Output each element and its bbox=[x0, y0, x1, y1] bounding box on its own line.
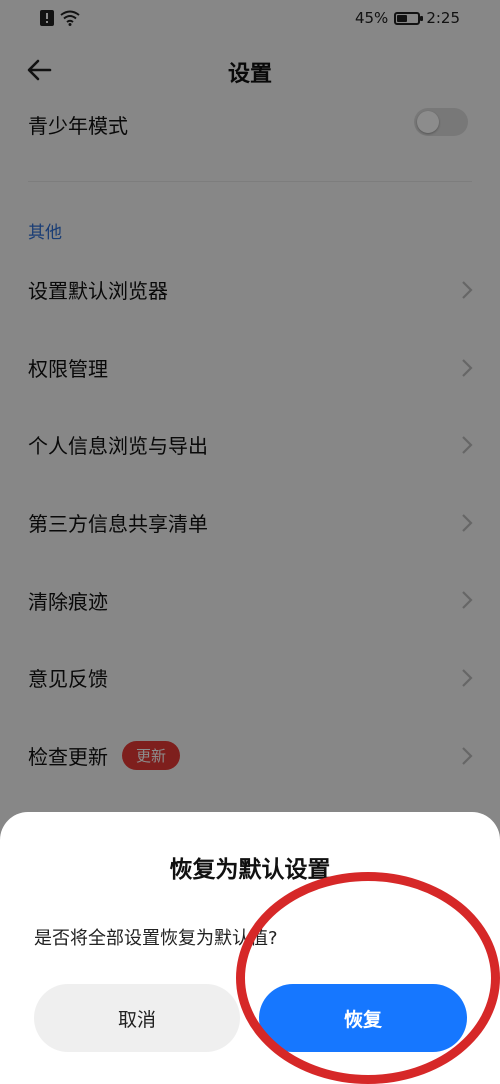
dialog-title: 恢复为默认设置 bbox=[169, 857, 331, 883]
restore-defaults-dialog: 恢复为默认设置 是否将全部设置恢复为默认值? 取消 恢复 bbox=[0, 812, 500, 1084]
cancel-button[interactable]: 取消 bbox=[34, 984, 240, 1052]
restore-button[interactable]: 恢复 bbox=[259, 984, 467, 1052]
dialog-message: 是否将全部设置恢复为默认值? bbox=[34, 928, 278, 949]
